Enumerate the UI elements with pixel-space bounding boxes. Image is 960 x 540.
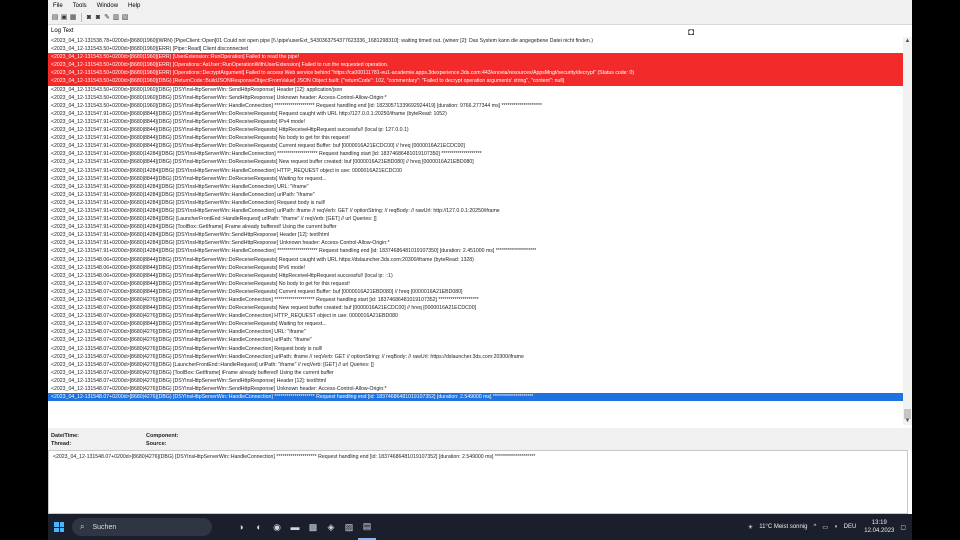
log-row[interactable]: <2023_04_12-131548.07+0200d>[8680|4276](… [48, 296, 912, 304]
log-row[interactable]: <2023_04_12-131547.91+0200d>[8680|14284]… [48, 215, 912, 223]
log-row[interactable]: <2023_04_12-131543.50+0200d>[8680|1960](… [48, 77, 912, 86]
toolbar: ▤ ▣ ▦ ◙ ◙ ✎ ▥ ▧ [48, 11, 912, 25]
log-row[interactable]: <2023_04_12-131547.91+0200d>[8680|8844](… [48, 175, 912, 183]
log-row[interactable]: <2023_04_12-131547.91+0200d>[8680|14284]… [48, 183, 912, 191]
log-row[interactable]: <2023_04_12-131547.91+0200d>[8680|14284]… [48, 199, 912, 207]
search-placeholder: Suchen [92, 523, 117, 531]
log-row[interactable]: <2023_04_12-131547.91+0200d>[8680|8844](… [48, 134, 912, 142]
taskbar: ⌕ Suchen ◑ ◐ ◉ ▬ ▩ ◈ ▨ ▤ ☀ 11°C Meist so… [48, 514, 912, 540]
windows-logo-icon [54, 522, 64, 532]
log-list[interactable]: <2023_04_12-131538.78+0200d>[8680|1960](… [48, 37, 912, 425]
log-row[interactable]: <2023_04_12-131548.07+0200d>[8680|4276](… [48, 361, 912, 369]
store-icon[interactable]: ▩ [304, 514, 322, 540]
vertical-scrollbar[interactable]: ▲ ▼ [903, 37, 912, 425]
log-row[interactable]: <2023_04_12-131548.07+0200d>[8680|4276](… [48, 377, 912, 385]
log-text-column-header[interactable]: Log Text [51, 28, 74, 34]
source-label: Source: [146, 441, 167, 447]
thread-label: Thread: [51, 441, 72, 447]
log-row[interactable]: <2023_04_12-131547.91+0200d>[8680|14284]… [48, 247, 912, 255]
log-row[interactable]: <2023_04_12-131547.91+0200d>[8680|14284]… [48, 150, 912, 158]
language-indicator[interactable]: DEU [844, 524, 857, 530]
volume-icon[interactable]: ◖ [834, 524, 838, 530]
message-detail-box[interactable]: <2023_04_12-131548.07+0200d>[8680|4276](… [48, 450, 908, 514]
menu-help[interactable]: Help [123, 3, 145, 9]
log-row[interactable]: <2023_04_12-131547.91+0200d>[8680|14284]… [48, 191, 912, 199]
tray-chevron-icon[interactable]: ^ [814, 524, 817, 530]
log-row[interactable]: <2023_04_12-131547.91+0200d>[8680|8844](… [48, 118, 912, 126]
log-row[interactable]: <2023_04_12-131547.91+0200d>[8680|8844](… [48, 126, 912, 134]
3dexperience-icon[interactable]: ◈ [322, 514, 340, 540]
log-row[interactable]: <2023_04_12-131543.50+0200d>[8680|1960](… [48, 61, 912, 70]
detail-message: <2023_04_12-131548.07+0200d>[8680|4276](… [53, 454, 536, 460]
log-row[interactable]: <2023_04_12-131548.07+0200d>[8680|4276](… [48, 312, 912, 320]
start-button[interactable] [48, 514, 70, 540]
log-row[interactable]: <2023_04_12-131538.78+0200d>[8680|1960](… [48, 37, 912, 45]
clock[interactable]: 13:19 12.04.2023 [864, 519, 894, 535]
log-row[interactable]: <2023_04_12-131543.50+0200d>[8680|1960](… [48, 86, 912, 94]
log-row[interactable]: <2023_04_12-131543.50+0200d>[8680|1960](… [48, 102, 912, 110]
task-view-icon[interactable]: ◑ [232, 514, 250, 540]
weather-icon[interactable]: ☀ [748, 524, 753, 531]
system-tray: ☀ 11°C Meist sonnig ^ ▭ ◖ DEU 13:19 12.0… [742, 514, 906, 540]
clock-time: 13:19 [871, 520, 887, 526]
pencil-icon[interactable]: ✎ [103, 14, 111, 22]
log-row[interactable]: <2023_04_12-131547.91+0200d>[8680|8844](… [48, 142, 912, 150]
menu-tools[interactable]: Tools [68, 3, 92, 9]
log-row[interactable]: <2023_04_12-131547.91+0200d>[8680|14284]… [48, 207, 912, 215]
log-row[interactable]: <2023_04_12-131548.06+0200d>[8680|8844](… [48, 264, 912, 272]
log-row[interactable]: <2023_04_12-131543.50+0200d>[8680|1960](… [48, 94, 912, 102]
settings-icon[interactable]: ▧ [121, 14, 129, 22]
search-icon: ⌕ [80, 522, 85, 531]
component-label: Component: [146, 433, 179, 439]
log-row[interactable]: <2023_04_12-131548.07+0200d>[8680|4276](… [48, 393, 912, 402]
log-row[interactable]: <2023_04_12-131543.50+0200d>[8680|1960](… [48, 69, 912, 78]
log-row[interactable]: <2023_04_12-131547.91+0200d>[8680|14284]… [48, 167, 912, 175]
binoculars-next-icon[interactable]: ◙ [94, 14, 102, 22]
save-icon[interactable]: ▣ [60, 14, 68, 22]
file-explorer-icon[interactable]: ▬ [286, 514, 304, 540]
datetime-label: Date/Time: [51, 433, 80, 439]
notifications-icon[interactable]: ▢ [900, 524, 906, 531]
toolbar-separator [81, 13, 82, 22]
log-row[interactable]: <2023_04_12-131548.07+0200d>[8680|8844](… [48, 304, 912, 312]
open-icon[interactable]: ▤ [51, 14, 59, 22]
menu-bar: File Tools Window Help [48, 0, 912, 11]
log-row[interactable]: <2023_04_12-131547.91+0200d>[8680|14284]… [48, 239, 912, 247]
log-row[interactable]: <2023_04_12-131547.91+0200d>[8680|8844](… [48, 158, 912, 166]
chrome-icon[interactable]: ◉ [268, 514, 286, 540]
edge-icon[interactable]: ◐ [250, 514, 268, 540]
scroll-down-icon[interactable]: ▼ [903, 417, 912, 425]
log-row[interactable]: <2023_04_12-131547.91+0200d>[8680|14284]… [48, 231, 912, 239]
network-icon[interactable]: ▭ [822, 524, 828, 531]
taskbar-search[interactable]: ⌕ Suchen [72, 518, 212, 536]
log-row[interactable]: <2023_04_12-131548.06+0200d>[8680|8844](… [48, 256, 912, 264]
app-icon[interactable]: ▨ [340, 514, 358, 540]
log-row[interactable]: <2023_04_12-131548.07+0200d>[8680|4276](… [48, 369, 912, 377]
log-row[interactable]: <2023_04_12-131543.50+0200d>[8680|1960](… [48, 45, 912, 53]
log-row[interactable]: <2023_04_12-131543.50+0200d>[8680|1960](… [48, 53, 912, 62]
log-viewer-taskbar-icon[interactable]: ▤ [358, 514, 376, 540]
log-row[interactable]: <2023_04_12-131548.07+0200d>[8680|4276](… [48, 328, 912, 336]
log-row[interactable]: <2023_04_12-131547.91+0200d>[8680|14284]… [48, 223, 912, 231]
binoculars-icon[interactable]: ◙ [85, 14, 93, 22]
scroll-up-icon[interactable]: ▲ [903, 37, 912, 45]
filter-icon[interactable]: ▥ [112, 14, 120, 22]
clock-date: 12.04.2023 [864, 528, 895, 534]
log-row[interactable]: <2023_04_12-131548.07+0200d>[8680|8844](… [48, 288, 912, 296]
log-row[interactable]: <2023_04_12-131547.91+0200d>[8680|8844](… [48, 110, 912, 118]
menu-file[interactable]: File [48, 3, 68, 9]
log-row[interactable]: <2023_04_12-131548.06+0200d>[8680|8844](… [48, 272, 912, 280]
log-row[interactable]: <2023_04_12-131548.07+0200d>[8680|4276](… [48, 353, 912, 361]
log-row[interactable]: <2023_04_12-131548.07+0200d>[8680|8844](… [48, 280, 912, 288]
log-row[interactable]: <2023_04_12-131548.07+0200d>[8680|8844](… [48, 320, 912, 328]
details-panel: Date/Time: Component: Thread: Source: [48, 428, 912, 450]
weather-text[interactable]: 11°C Meist sonnig [759, 524, 807, 530]
print-icon[interactable]: ▦ [69, 14, 77, 22]
menu-window[interactable]: Window [92, 3, 123, 9]
app-window: File Tools Window Help ▤ ▣ ▦ ◙ ◙ ✎ ▥ ▧ ◘… [48, 0, 912, 540]
log-row[interactable]: <2023_04_12-131548.07+0200d>[8680|4276](… [48, 345, 912, 353]
log-row[interactable]: <2023_04_12-131548.07+0200d>[8680|4276](… [48, 336, 912, 344]
log-row[interactable]: <2023_04_12-131548.07+0200d>[8680|4276](… [48, 385, 912, 393]
